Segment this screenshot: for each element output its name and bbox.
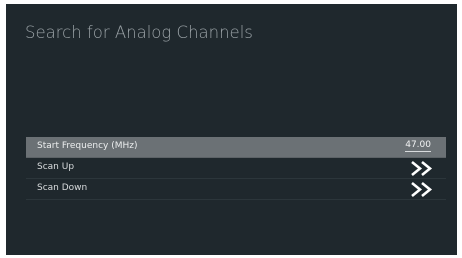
scan-down-row[interactable]: Scan Down: [26, 179, 446, 200]
scan-up-row[interactable]: Scan Up: [26, 158, 446, 179]
tv-settings-screen: Search for Analog Channels Start Frequen…: [6, 4, 457, 255]
page-title: Search for Analog Channels: [25, 23, 253, 42]
start-frequency-row[interactable]: Start Frequency (MHz) 47.00: [26, 137, 446, 158]
scan-down-label: Scan Down: [37, 183, 88, 193]
start-frequency-input[interactable]: 47.00: [405, 140, 431, 152]
channel-search-menu: Start Frequency (MHz) 47.00 Scan Up Scan…: [26, 137, 446, 200]
scan-up-label: Scan Up: [37, 162, 75, 172]
double-chevron-right-icon[interactable]: [410, 160, 436, 177]
start-frequency-label: Start Frequency (MHz): [37, 141, 138, 151]
double-chevron-right-icon[interactable]: [410, 181, 436, 198]
